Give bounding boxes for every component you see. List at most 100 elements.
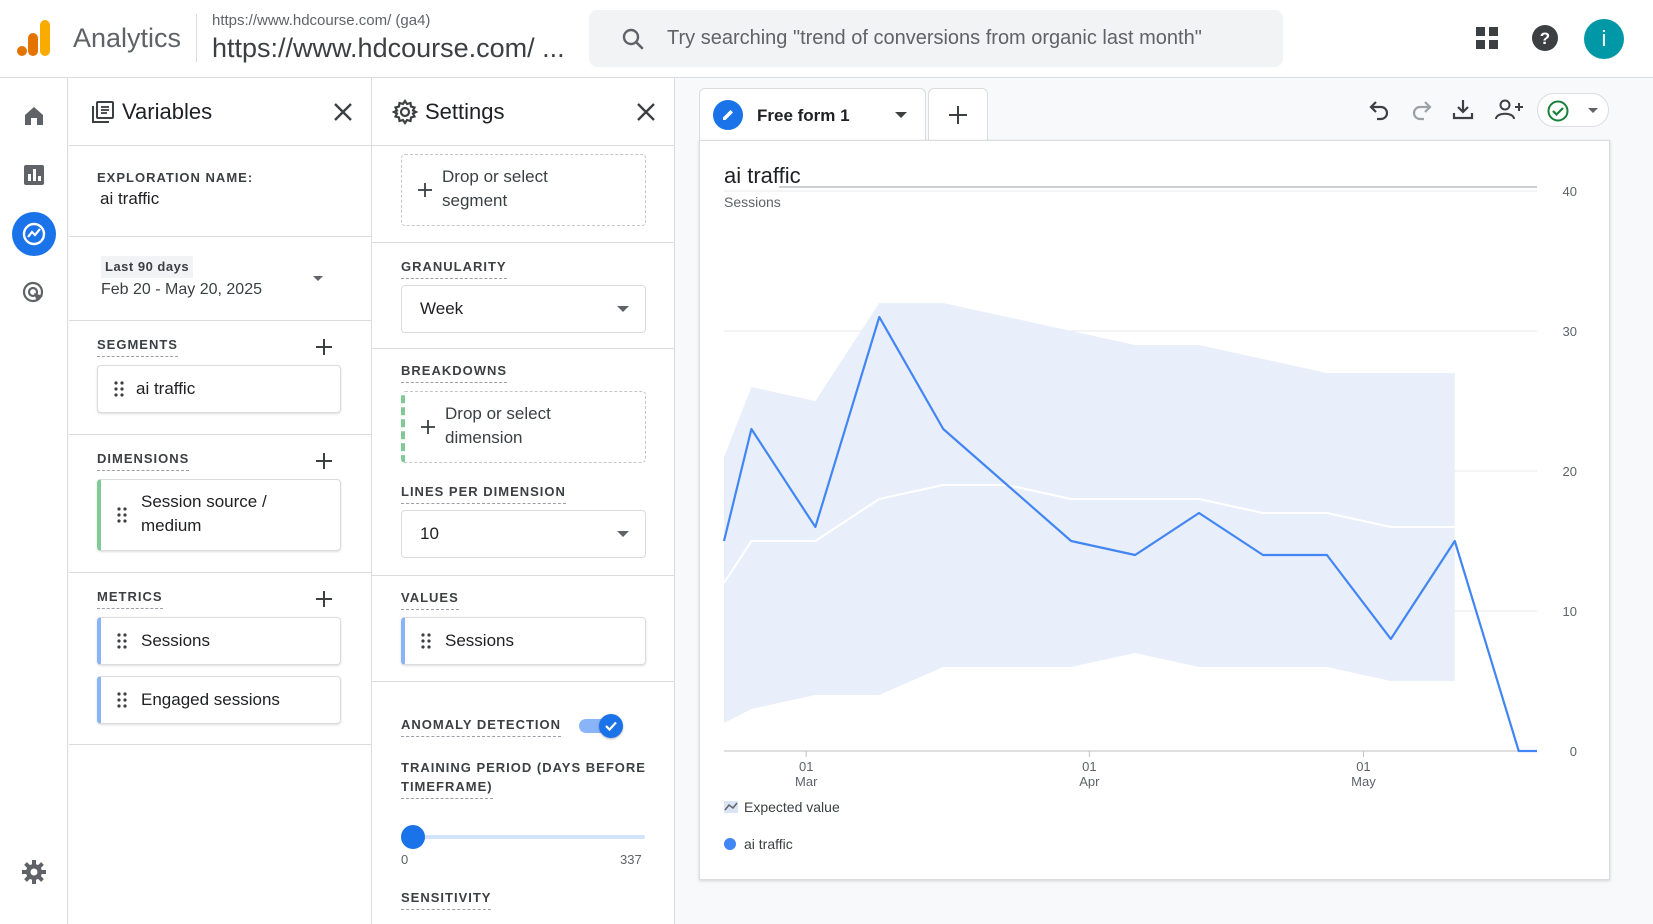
add-metric-plus-icon[interactable] (313, 588, 335, 610)
sensitivity-label: SENSITIVITY (401, 889, 492, 910)
settings-panel: Settings Drop or select segment GRANULAR… (372, 78, 675, 924)
toggle-knob (599, 714, 623, 738)
property-selector[interactable]: https://www.hdcourse.com/ ... (212, 33, 565, 64)
undo-icon[interactable] (1365, 95, 1393, 123)
drag-handle-icon[interactable] (117, 507, 127, 523)
divider (69, 236, 371, 237)
variables-header: Variables (69, 78, 371, 146)
download-icon[interactable] (1449, 95, 1477, 123)
training-period-slider-handle[interactable] (401, 825, 425, 849)
close-settings-icon[interactable] (634, 100, 658, 124)
divider (69, 320, 371, 321)
tab-free-form-1[interactable]: Free form 1 (699, 88, 926, 140)
settings-header: Settings (372, 78, 674, 146)
drag-handle-icon[interactable] (421, 633, 431, 649)
value-chip-sessions[interactable]: Sessions (401, 617, 646, 665)
drop-text-line2: dimension (445, 428, 523, 447)
tab-label: Free form 1 (757, 106, 850, 125)
divider (69, 744, 371, 745)
legend-expected-label: Expected value (744, 799, 840, 815)
add-segment-plus-icon[interactable] (313, 336, 335, 358)
divider (372, 348, 674, 349)
metric-chip-engaged-sessions[interactable]: Engaged sessions (97, 676, 341, 724)
reports-icon[interactable] (12, 153, 56, 197)
divider (69, 572, 371, 573)
drag-handle-icon[interactable] (117, 633, 127, 649)
granularity-value: Week (420, 299, 464, 318)
drag-handle-icon[interactable] (117, 692, 127, 708)
help-icon[interactable]: ? (1527, 20, 1563, 56)
x-tick-month: Apr (1079, 774, 1100, 789)
tab-menu-caret-icon[interactable] (895, 112, 907, 118)
add-tab-button[interactable] (928, 88, 988, 140)
x-tick-day: 01 (799, 759, 813, 774)
divider (372, 681, 674, 682)
drop-text-line1: Drop or select (442, 167, 548, 186)
avatar[interactable]: i (1584, 19, 1624, 59)
home-icon[interactable] (12, 94, 56, 138)
granularity-label: GRANULARITY (401, 258, 507, 279)
legend-series[interactable]: ai traffic (724, 836, 793, 852)
advertising-icon[interactable] (12, 271, 56, 315)
metric-chip-sessions[interactable]: Sessions (97, 617, 341, 665)
variables-panel: Variables EXPLORATION NAME: ai traffic L… (69, 78, 372, 924)
dimensions-label: DIMENSIONS (97, 450, 190, 471)
legend-expected[interactable]: Expected value (724, 799, 840, 815)
redo-icon[interactable] (1408, 95, 1436, 123)
training-period-label-1: TRAINING PERIOD (DAYS BEFORE (401, 760, 646, 775)
x-tick-month: Mar (795, 774, 818, 789)
date-range-value[interactable]: Feb 20 - May 20, 2025 (101, 281, 262, 299)
lines-per-dimension-select[interactable]: 10 (401, 510, 646, 558)
metric-label: Sessions (141, 631, 210, 650)
variables-icon (92, 101, 114, 123)
anomaly-detection-toggle[interactable] (579, 714, 623, 738)
lines-per-dimension-label: LINES PER DIMENSION (401, 483, 566, 504)
date-dropdown-caret-icon[interactable] (313, 276, 323, 281)
chevron-down-icon (1588, 108, 1598, 113)
lines-per-dimension-value: 10 (420, 524, 439, 543)
metric-label: Engaged sessions (141, 690, 280, 709)
share-add-person-icon[interactable] (1493, 95, 1525, 123)
property-url-small[interactable]: https://www.hdcourse.com/ (ga4) (212, 12, 430, 29)
app-name: Analytics (73, 23, 182, 53)
chart-card: ai traffic Sessions 40 30 20 10 0 01 Mar 01 Apr 0… (699, 140, 1610, 880)
search-box[interactable] (589, 10, 1283, 67)
pencil-icon (713, 100, 743, 130)
status-check-button[interactable] (1537, 93, 1609, 127)
svg-text:?: ? (1540, 29, 1550, 48)
search-input[interactable] (667, 10, 1267, 67)
granularity-select[interactable]: Week (401, 285, 646, 333)
y-tick-label: 20 (1563, 464, 1577, 479)
segment-chip[interactable]: ai traffic (97, 365, 341, 413)
y-tick-label: 0 (1570, 744, 1577, 759)
segment-drop-zone[interactable]: Drop or select segment (401, 154, 646, 226)
training-max: 337 (620, 852, 642, 867)
metrics-label: METRICS (97, 588, 163, 609)
value-label: Sessions (445, 631, 514, 650)
line-chart[interactable]: 40302010001Mar01Apr01May (700, 141, 1611, 881)
exploration-name-input[interactable]: ai traffic (100, 189, 159, 209)
add-dimension-plus-icon[interactable] (313, 450, 335, 472)
training-period-slider-track[interactable] (413, 835, 645, 839)
analytics-logo-icon[interactable] (16, 20, 52, 56)
drag-handle-icon[interactable] (114, 381, 124, 397)
settings-gear-icon (392, 99, 418, 125)
x-tick-month: May (1351, 774, 1376, 789)
breakdown-drop-zone[interactable]: Drop or select dimension (401, 391, 646, 463)
legend-series-label: ai traffic (744, 836, 793, 852)
dimension-chip[interactable]: Session source / medium (97, 479, 341, 551)
apps-grid-icon[interactable] (1469, 20, 1505, 56)
check-circle-icon (1547, 100, 1569, 122)
plus-icon (418, 183, 432, 197)
settings-title: Settings (425, 99, 505, 124)
explore-icon[interactable] (12, 212, 56, 256)
x-tick-day: 01 (1356, 759, 1370, 774)
variables-title: Variables (122, 99, 213, 124)
expected-band-icon (724, 801, 738, 813)
y-tick-label: 40 (1563, 184, 1577, 199)
divider (69, 434, 371, 435)
chevron-down-icon (617, 531, 629, 537)
anomaly-detection-label: ANOMALY DETECTION (401, 716, 562, 737)
close-variables-icon[interactable] (331, 100, 355, 124)
admin-gear-icon[interactable] (12, 850, 56, 894)
